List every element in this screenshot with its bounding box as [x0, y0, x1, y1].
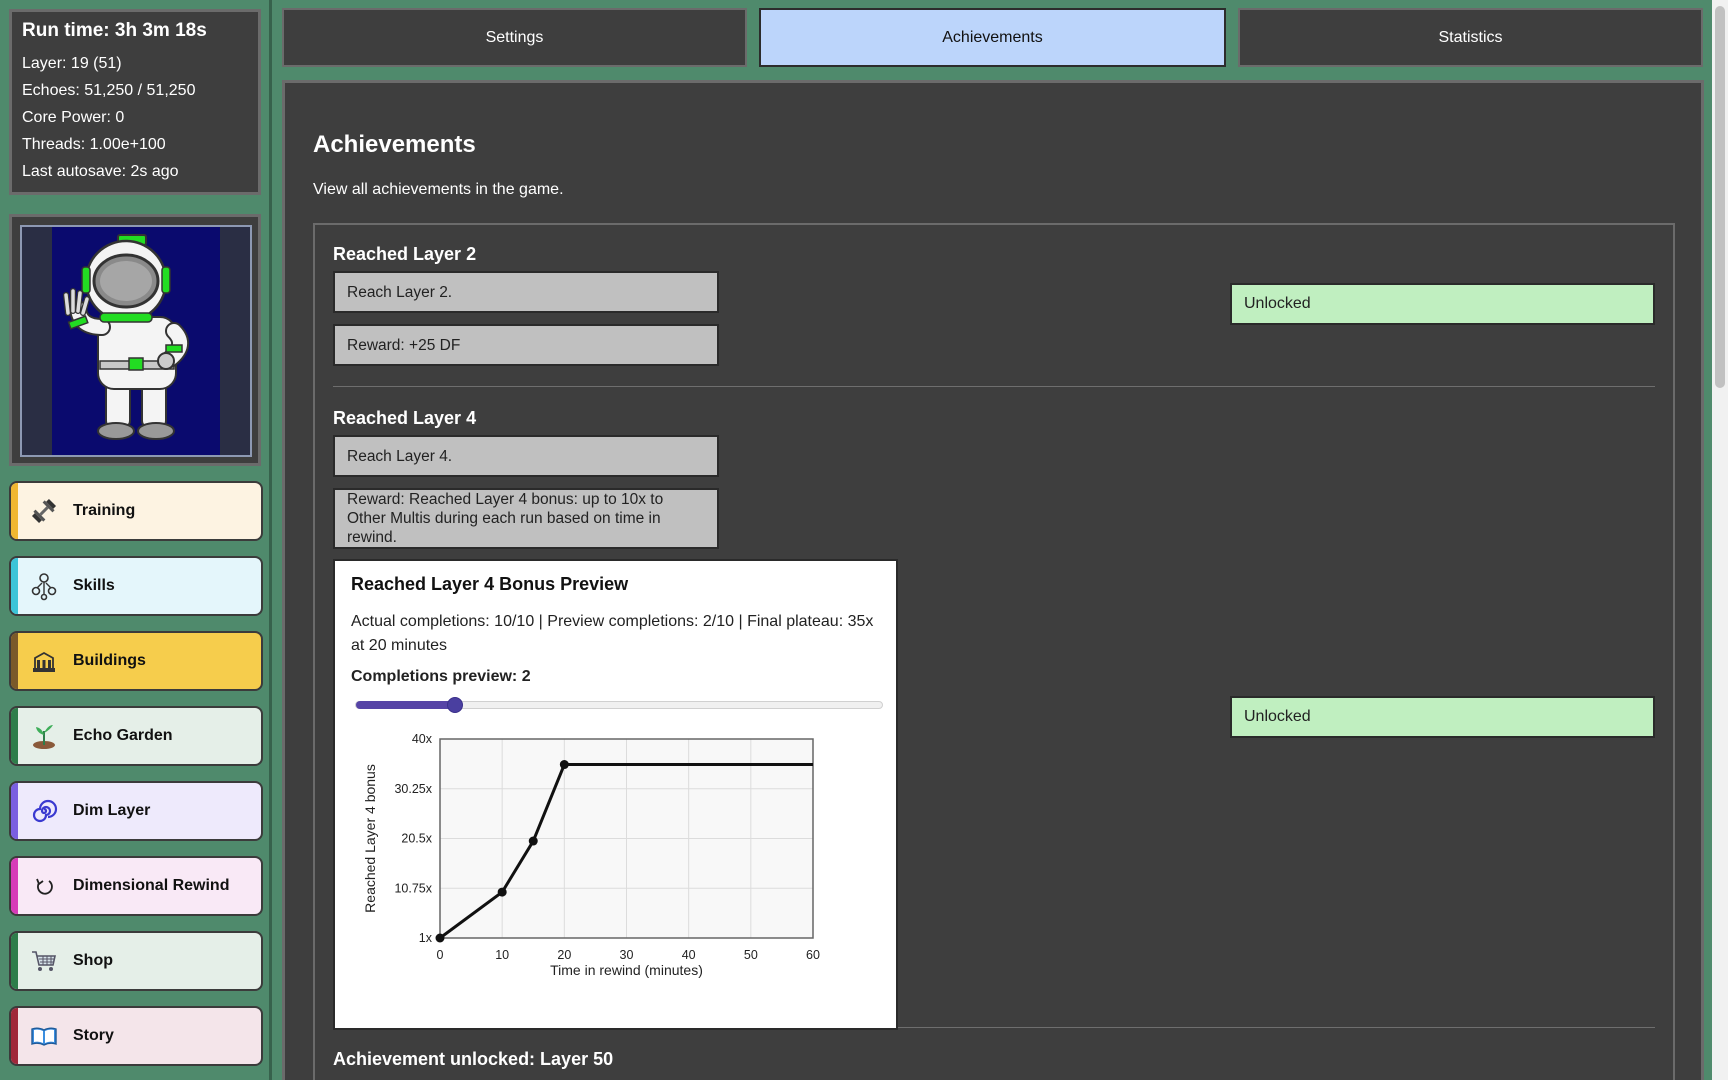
sidebar-item-label: Buildings [73, 652, 146, 669]
x-axis-label: Time in rewind (minutes) [550, 962, 703, 978]
sidebar-item-label: Echo Garden [73, 727, 173, 744]
x-tick-label: 30 [620, 948, 634, 962]
scrollbar[interactable] [1712, 0, 1728, 1080]
data-point [435, 933, 445, 943]
x-tick-label: 50 [744, 948, 758, 962]
completions-slider[interactable] [355, 697, 883, 713]
x-tick-label: 20 [557, 948, 571, 962]
layer-stat: Layer: 19 (51) [22, 55, 122, 72]
nav-stripe [11, 858, 18, 914]
sidebar-item-label: Training [73, 502, 136, 519]
sidebar-nav: Training Skills Buildings Echo Garden Dim La… [9, 481, 263, 1080]
achievement-requirement: Reach Layer 2. [333, 271, 719, 313]
sidebar-item-label: Story [73, 1027, 114, 1044]
tab-achievements[interactable]: Achievements [759, 8, 1226, 67]
slider-fill [356, 701, 455, 709]
sidebar-item-label: Shop [73, 952, 113, 969]
autosave-stat: Last autosave: 2s ago [22, 163, 179, 180]
core-power-stat: Core Power: 0 [22, 109, 125, 126]
nav-stripe [11, 783, 18, 839]
y-tick-label: 30.25x [394, 782, 432, 796]
nav-stripe [11, 933, 18, 989]
nav-stripe [11, 558, 18, 614]
sidebar-item-training[interactable]: Training [9, 481, 263, 541]
nav-stripe [11, 1008, 18, 1064]
sidebar-item-dim-layer[interactable]: Dim Layer [9, 781, 263, 841]
data-point [528, 836, 538, 846]
completions-label: Completions preview: 2 [351, 668, 531, 685]
sidebar-item-buildings[interactable]: Buildings [9, 631, 263, 691]
bonus-chart: 0 10 20 30 40 50 60 1x 10.75x 20.5x 30.25x 40x Time … [362, 732, 820, 978]
preview-info: Actual completions: 10/10 | Preview comp… [351, 613, 874, 654]
achievement-title: Achievement unlocked: Layer 50 [333, 1049, 614, 1069]
page-title: Achievements [313, 131, 476, 158]
stats-panel: Run time: 3h 3m 18s Layer: 19 (51) Echoe… [9, 9, 261, 195]
sprout-icon [29, 721, 59, 751]
preview-title: Reached Layer 4 Bonus Preview [351, 574, 629, 594]
dumbbell-icon [29, 496, 59, 526]
nav-stripe [11, 483, 18, 539]
astronaut-avatar [20, 225, 252, 457]
avatar-frame [9, 214, 261, 466]
x-tick-label: 40 [682, 948, 696, 962]
book-icon [29, 1021, 59, 1051]
sidebar-item-label: Skills [73, 577, 115, 594]
page-description: View all achievements in the game. [313, 181, 564, 198]
sidebar-item-dimensional-rewind[interactable]: Dimensional Rewind [9, 856, 263, 916]
status-badge: Unlocked [1230, 283, 1655, 325]
building-icon [29, 646, 59, 676]
scrollbar-thumb[interactable] [1715, 6, 1725, 388]
achievement-reward: Reward: Reached Layer 4 bonus: up to 10x… [333, 488, 719, 549]
x-tick-label: 60 [806, 948, 820, 962]
nav-stripe [11, 708, 18, 764]
x-tick-label: 10 [495, 948, 509, 962]
divider [333, 386, 1655, 387]
y-tick-label: 1x [419, 931, 433, 945]
x-tick-label: 0 [437, 948, 444, 962]
achievement-title: Reached Layer 4 [333, 408, 477, 428]
achievement-requirement: Reach Layer 4. [333, 435, 719, 477]
tab-settings[interactable]: Settings [282, 8, 747, 67]
rewind-icon [29, 871, 59, 901]
status-badge: Unlocked [1230, 696, 1655, 738]
y-axis-label: Reached Layer 4 bonus [362, 764, 378, 913]
y-tick-label: 40x [412, 732, 433, 746]
sidebar: Run time: 3h 3m 18s Layer: 19 (51) Echoe… [0, 0, 272, 1080]
y-tick-label: 20.5x [401, 832, 432, 846]
y-tick-label: 10.75x [394, 881, 432, 895]
sidebar-item-echo-garden[interactable]: Echo Garden [9, 706, 263, 766]
sidebar-item-skills[interactable]: Skills [9, 556, 263, 616]
slider-thumb[interactable] [447, 697, 463, 713]
data-point [559, 760, 569, 770]
nav-stripe [11, 633, 18, 689]
sidebar-item-label: Dimensional Rewind [73, 877, 230, 894]
tab-statistics[interactable]: Statistics [1238, 8, 1703, 67]
bonus-preview-card: Reached Layer 4 Bonus Preview Actual com… [333, 559, 898, 1030]
skills-tree-icon [29, 571, 59, 601]
run-time: Run time: 3h 3m 18s [22, 20, 207, 41]
sidebar-item-story[interactable]: Story [9, 1006, 263, 1066]
cart-icon [29, 946, 59, 976]
threads-stat: Threads: 1.00e+100 [22, 136, 166, 153]
spiral-icon [29, 796, 59, 826]
sidebar-item-label: Dim Layer [73, 802, 151, 819]
echoes-stat: Echoes: 51,250 / 51,250 [22, 82, 196, 99]
sidebar-item-shop[interactable]: Shop [9, 931, 263, 991]
achievement-title: Reached Layer 2 [333, 244, 477, 264]
data-point [497, 887, 507, 897]
achievement-reward: Reward: +25 DF [333, 324, 719, 366]
